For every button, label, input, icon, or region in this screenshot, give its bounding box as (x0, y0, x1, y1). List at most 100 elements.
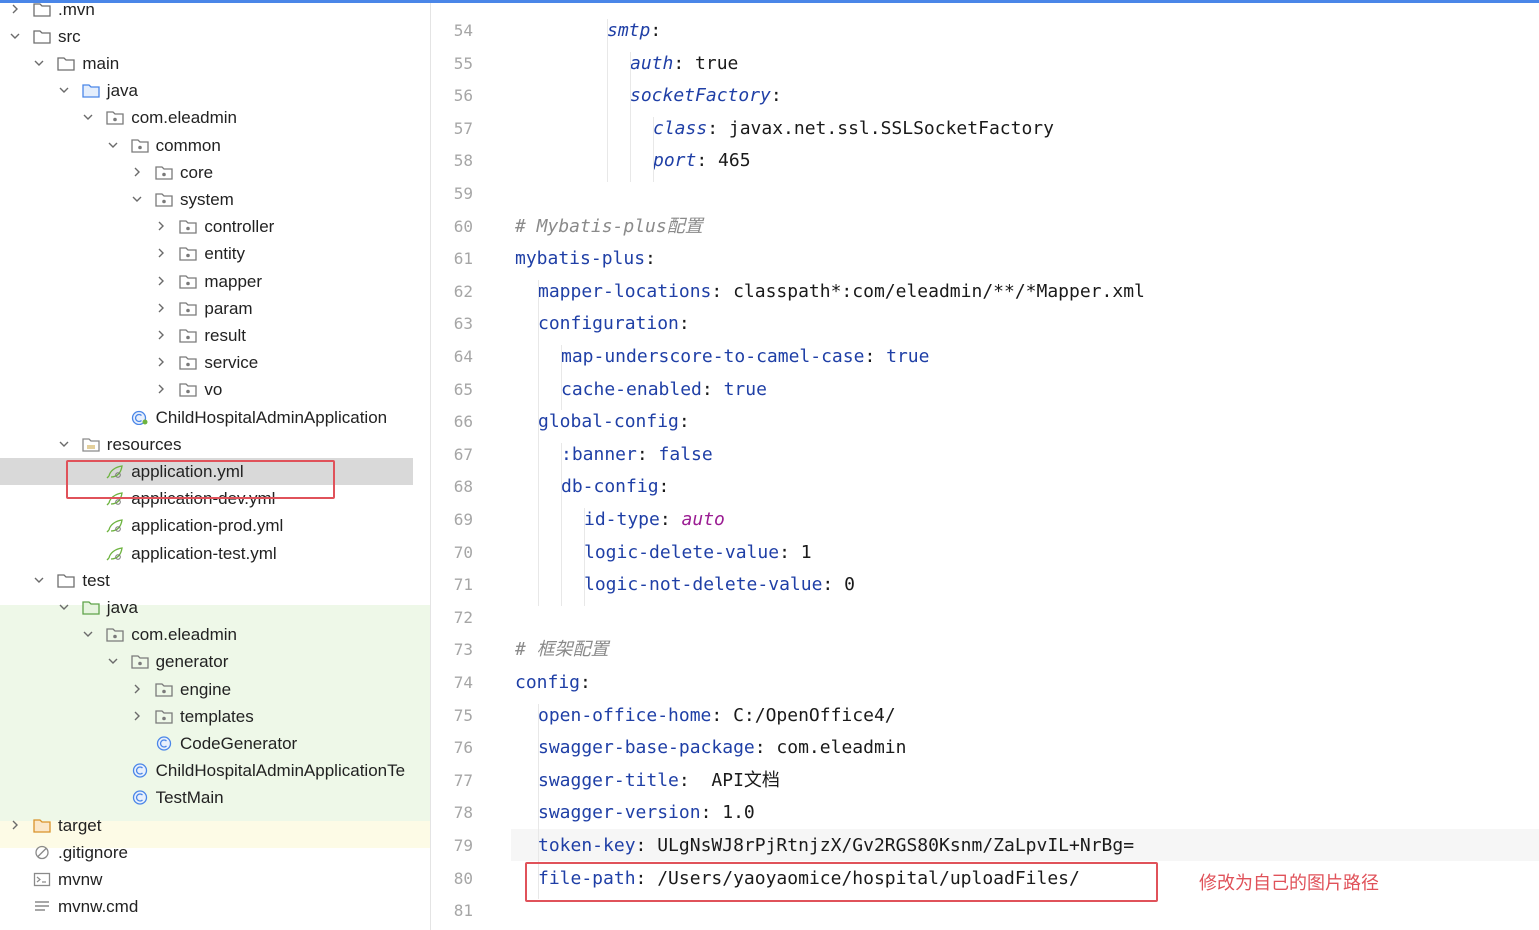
code-line[interactable]: global-config: (538, 406, 690, 438)
chevron-down-icon[interactable] (106, 132, 120, 159)
tree-item[interactable]: vo (0, 376, 430, 403)
tree-item[interactable]: system (0, 186, 430, 213)
code-line[interactable]: swagger-title: API文档 (538, 765, 780, 797)
code-editor[interactable]: smtp: auth: true socketFactory: class: java… (511, 3, 1539, 930)
code-line[interactable]: open-office-home: C:/OpenOffice4/ (538, 700, 896, 732)
code-line[interactable]: config: (515, 667, 591, 699)
tree-item[interactable]: main (0, 50, 430, 77)
chevron-down-icon[interactable] (106, 648, 120, 675)
chevron-down-icon[interactable] (81, 621, 95, 648)
tree-item[interactable]: application-prod.yml (0, 512, 430, 539)
tree-item-label: mvnw (58, 869, 103, 889)
code-line[interactable]: mybatis-plus: (515, 243, 656, 275)
tree-item[interactable]: src (0, 23, 430, 50)
code-token: auto (681, 509, 725, 530)
code-value: : (636, 443, 659, 465)
code-line[interactable]: token-key: ULgNsWJ8rPjRtnjzX/Gv2RGS80Ksn… (538, 830, 1134, 862)
tree-item[interactable]: application-test.yml (0, 540, 430, 567)
code-line[interactable]: class: javax.net.ssl.SSLSocketFactory (653, 113, 1054, 145)
chevron-right-icon[interactable] (154, 322, 168, 349)
tree-item[interactable]: CodeGenerator (0, 730, 430, 757)
code-line[interactable]: # 框架配置 (515, 634, 609, 666)
chevron-right-icon[interactable] (154, 213, 168, 240)
chevron-down-icon[interactable] (81, 104, 95, 131)
code-line[interactable]: port: 465 (653, 145, 751, 177)
code-line[interactable]: auth: true (630, 48, 738, 80)
tree-item[interactable]: common (0, 132, 430, 159)
tree-item-label: ChildHospitalAdminApplicationTe (155, 761, 406, 781)
chevron-right-icon[interactable] (130, 676, 144, 703)
chevron-down-icon[interactable] (32, 567, 46, 594)
line-number: 70 (453, 542, 473, 562)
tree-item[interactable]: result (0, 322, 430, 349)
tree-item[interactable]: com.eleadmin (0, 104, 430, 131)
code-line[interactable]: logic-not-delete-value: 0 (584, 569, 855, 601)
code-value: : 0 (822, 574, 855, 596)
tree-item[interactable]: generator (0, 648, 430, 675)
tree-item[interactable]: mvnw (0, 866, 430, 893)
code-value: : (770, 85, 782, 107)
chevron-right-icon[interactable] (130, 703, 144, 730)
code-token: config (515, 672, 581, 693)
tree-item[interactable]: mvnw.cmd (0, 893, 430, 920)
tree-item[interactable]: TestMain (0, 784, 430, 811)
chevron-down-icon[interactable] (57, 431, 71, 458)
code-line[interactable]: logic-delete-value: 1 (584, 537, 812, 569)
line-number: 67 (453, 444, 473, 464)
tree-item-label: src (58, 26, 81, 46)
tree-item[interactable]: java (0, 77, 430, 104)
chevron-down-icon[interactable] (57, 77, 71, 104)
code-line[interactable]: socketFactory: (630, 80, 782, 112)
folder-icon (57, 573, 76, 588)
code-line[interactable]: configuration: (538, 308, 690, 340)
code-line[interactable]: smtp: (607, 15, 661, 47)
tree-item[interactable]: resources (0, 431, 430, 458)
tree-item[interactable]: test (0, 567, 430, 594)
chevron-right-icon[interactable] (154, 240, 168, 267)
chevron-right-icon[interactable] (8, 3, 22, 23)
code-line[interactable]: # Mybatis-plus配置 (515, 211, 703, 243)
chevron-down-icon[interactable] (57, 594, 71, 621)
chevron-right-icon[interactable] (154, 295, 168, 322)
code-line[interactable]: db-config: (561, 471, 669, 503)
code-value: : (864, 346, 887, 367)
tree-item[interactable]: mapper (0, 268, 430, 295)
project-tree[interactable]: .mvn src main java com.eleadmin common core sys… (0, 3, 430, 930)
tree-item-label: com.eleadmin (131, 625, 238, 645)
tree-item[interactable]: core (0, 159, 430, 186)
code-line[interactable]: mapper-locations: classpath*:com/eleadmi… (538, 276, 1145, 308)
package-icon (179, 301, 198, 316)
tree-item[interactable]: ChildHospitalAdminApplicationTe (0, 757, 430, 784)
tree-item[interactable]: entity (0, 240, 430, 267)
tree-item[interactable]: .mvn (0, 3, 430, 23)
tree-item[interactable]: engine (0, 676, 430, 703)
tree-item-label: generator (155, 652, 229, 672)
code-line[interactable]: cache-enabled: true (561, 374, 767, 406)
indent-guide (561, 345, 562, 411)
chevron-down-icon[interactable] (130, 186, 144, 213)
tree-item[interactable]: java (0, 594, 430, 621)
code-line[interactable]: :banner: false (561, 439, 713, 471)
code-value: : 465 (696, 150, 751, 172)
line-number: 59 (453, 184, 473, 203)
chevron-right-icon[interactable] (154, 268, 168, 295)
tree-item[interactable]: param (0, 295, 430, 322)
code-line[interactable]: swagger-version: 1.0 (538, 797, 755, 829)
chevron-down-icon[interactable] (32, 50, 46, 77)
tree-item[interactable]: service (0, 349, 430, 376)
spring-class-icon (131, 410, 149, 425)
tree-item[interactable]: ChildHospitalAdminApplication (0, 404, 430, 431)
chevron-right-icon[interactable] (154, 376, 168, 403)
chevron-right-icon[interactable] (130, 159, 144, 186)
tree-item[interactable]: .gitignore (0, 839, 430, 866)
code-line[interactable]: swagger-base-package: com.eleadmin (538, 732, 906, 764)
tree-item[interactable]: com.eleadmin (0, 621, 430, 648)
tree-item[interactable]: target (0, 812, 430, 839)
code-line[interactable]: map-underscore-to-camel-case: true (561, 341, 929, 373)
code-line[interactable]: id-type: auto (584, 504, 725, 536)
chevron-right-icon[interactable] (154, 349, 168, 376)
tree-item[interactable]: templates (0, 703, 430, 730)
chevron-right-icon[interactable] (8, 812, 22, 839)
tree-item[interactable]: controller (0, 213, 430, 240)
chevron-down-icon[interactable] (8, 23, 22, 50)
